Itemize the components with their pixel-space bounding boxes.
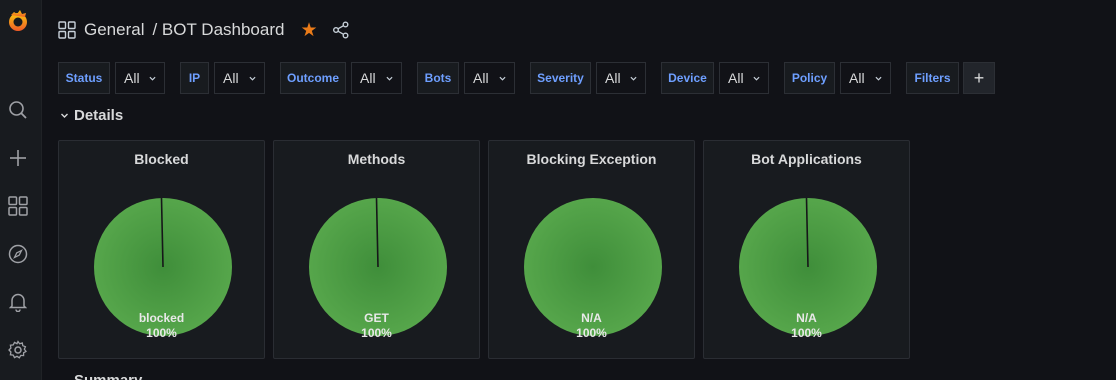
chevron-down-icon bbox=[149, 76, 156, 81]
var-label-outcome: Outcome bbox=[280, 62, 346, 94]
var-value: All bbox=[849, 70, 865, 86]
breadcrumb-folder[interactable]: General bbox=[84, 20, 144, 40]
panel-bot-applications[interactable]: Bot Applications N/A 100% bbox=[703, 140, 910, 359]
chevron-down-icon bbox=[249, 76, 256, 81]
var-value: All bbox=[605, 70, 621, 86]
pie-slice-label: blocked bbox=[138, 311, 185, 325]
var-select-policy[interactable]: All bbox=[840, 62, 891, 94]
var-select-status[interactable]: All bbox=[115, 62, 165, 94]
pie-slice-percent: 100% bbox=[576, 326, 607, 340]
var-label-severity: Severity bbox=[530, 62, 591, 94]
explore-icon[interactable] bbox=[5, 241, 31, 267]
var-value: All bbox=[223, 70, 239, 86]
row-title-label: Details bbox=[74, 107, 124, 124]
panel-title: Methods bbox=[347, 151, 406, 167]
chevron-down-icon bbox=[875, 76, 882, 81]
var-value: All bbox=[360, 70, 376, 86]
var-label-status: Status bbox=[58, 62, 110, 94]
row-title-summary[interactable]: Summary bbox=[74, 372, 142, 380]
pie-slice-percent: 100% bbox=[361, 326, 392, 340]
var-select-outcome[interactable]: All bbox=[351, 62, 402, 94]
panel-methods[interactable]: Methods GET 100% bbox=[273, 140, 480, 359]
panel-title: Blocking Exception bbox=[526, 151, 657, 167]
var-label-ip: IP bbox=[180, 62, 209, 94]
panel-title: Blocked bbox=[134, 151, 189, 167]
panel-blocked[interactable]: Blocked blocked 100% bbox=[58, 140, 265, 359]
pie-slice-label: GET bbox=[364, 311, 389, 325]
plus-icon[interactable] bbox=[5, 145, 31, 171]
var-label-bots: Bots bbox=[417, 62, 459, 94]
panel-title: Bot Applications bbox=[751, 151, 862, 167]
var-label-filters: Filters bbox=[906, 62, 959, 94]
panel-blocking-exception[interactable]: Blocking Exception N/A 100% bbox=[488, 140, 695, 359]
pie-slice-label: N/A bbox=[581, 311, 602, 325]
var-value: All bbox=[728, 70, 744, 86]
chevron-down-icon bbox=[630, 76, 637, 81]
breadcrumb-dashboard: / BOT Dashboard bbox=[152, 20, 285, 39]
grafana-logo-icon[interactable] bbox=[5, 8, 31, 34]
var-label-policy: Policy bbox=[784, 62, 835, 94]
chevron-down-icon bbox=[499, 76, 506, 81]
dashboard-nav: General / BOT Dashboard ★ bbox=[58, 16, 350, 44]
var-select-bots[interactable]: All bbox=[464, 62, 515, 94]
var-select-severity[interactable]: All bbox=[596, 62, 646, 94]
chevron-down-icon bbox=[386, 76, 393, 81]
share-icon[interactable] bbox=[332, 21, 350, 39]
sidebar bbox=[0, 0, 42, 380]
var-value: All bbox=[473, 70, 489, 86]
var-value: All bbox=[124, 70, 140, 86]
var-select-ip[interactable]: All bbox=[214, 62, 265, 94]
pie-slice-percent: 100% bbox=[146, 326, 177, 340]
chevron-down-icon bbox=[753, 76, 760, 81]
pie-slice-label: N/A bbox=[796, 311, 817, 325]
dashboards-grid-icon bbox=[58, 21, 76, 39]
gear-icon[interactable] bbox=[5, 337, 31, 363]
add-filter-button[interactable]: + bbox=[963, 62, 995, 94]
chevron-down-icon bbox=[61, 113, 68, 118]
var-label-device: Device bbox=[661, 62, 714, 94]
row-title-details[interactable]: Details bbox=[60, 107, 123, 124]
dashboards-icon[interactable] bbox=[5, 193, 31, 219]
search-icon[interactable] bbox=[5, 97, 31, 123]
pie-slice-percent: 100% bbox=[791, 326, 822, 340]
star-icon[interactable]: ★ bbox=[300, 21, 317, 40]
bell-icon[interactable] bbox=[5, 289, 31, 315]
var-select-device[interactable]: All bbox=[719, 62, 769, 94]
